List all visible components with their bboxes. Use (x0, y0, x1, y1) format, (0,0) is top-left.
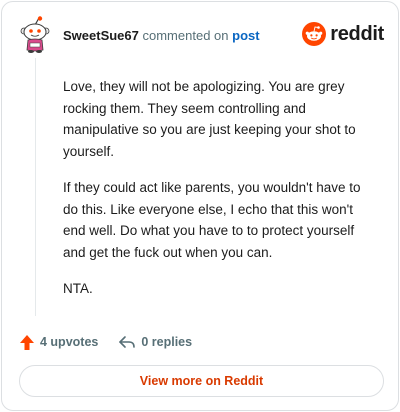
comment-paragraph: If they could act like parents, you woul… (63, 180, 361, 260)
reddit-logo-icon (302, 22, 327, 46)
comment-body: Love, they will not be apologizing. You … (63, 76, 379, 315)
reddit-brand[interactable]: reddit (302, 21, 384, 47)
view-more-on-reddit-button[interactable]: View more on Reddit (19, 365, 384, 397)
comment-header: SweetSue67 commented on post reddit (18, 16, 384, 56)
reply-count: 0 replies (141, 335, 193, 349)
comment-byline: SweetSue67 commented on post (63, 28, 260, 44)
reply-button[interactable]: 0 replies (118, 334, 192, 350)
embedded-comment-card: SweetSue67 commented on post reddit Love… (1, 1, 399, 411)
reddit-wordmark: reddit (330, 22, 384, 45)
upvote-count: 4 upvotes (40, 335, 99, 349)
snoo-avatar-icon[interactable] (18, 16, 52, 54)
comment-paragraph: NTA. (63, 281, 93, 296)
post-link[interactable]: post (232, 28, 259, 43)
upvote-button[interactable]: 4 upvotes (19, 334, 98, 351)
thread-line (35, 58, 36, 316)
author-name[interactable]: SweetSue67 (63, 28, 139, 43)
comment-actions: 4 upvotes 0 replies (19, 332, 212, 352)
upvote-arrow-icon (20, 334, 34, 350)
comment-paragraph: Love, they will not be apologizing. You … (63, 79, 356, 159)
reply-arrow-icon (119, 336, 136, 348)
commented-on-label: commented on (142, 28, 229, 43)
